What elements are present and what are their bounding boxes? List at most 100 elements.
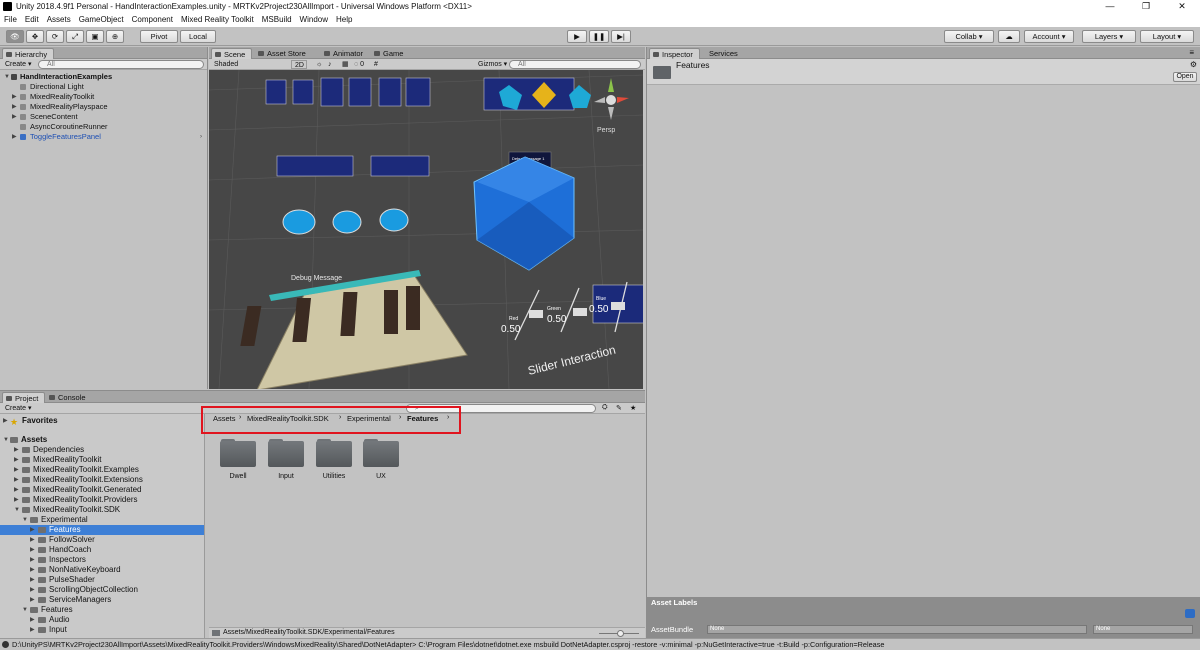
chevron-right-icon[interactable]: ▶ — [30, 615, 36, 625]
tab-project[interactable]: Project — [2, 392, 46, 403]
rotate-tool-icon[interactable]: ⟳ — [46, 30, 64, 43]
audio-icon[interactable]: ♪ — [325, 60, 335, 69]
project-create-button[interactable]: Create ▾ — [2, 404, 34, 413]
chevron-right-icon[interactable]: ▶ — [30, 535, 36, 545]
hierarchy-search-input[interactable]: All — [38, 60, 204, 69]
tab-hierarchy[interactable]: Hierarchy — [2, 48, 55, 59]
panel-menu-icon[interactable]: ≡ — [1189, 48, 1194, 57]
zoom-slider-handle[interactable] — [617, 630, 624, 637]
project-tree-item[interactable]: ▼ Experimental — [0, 515, 204, 525]
folder-input[interactable]: Input — [268, 439, 308, 480]
folder-ux[interactable]: UX — [363, 439, 403, 480]
play-button[interactable]: ▶ — [567, 30, 587, 43]
chevron-right-icon[interactable]: ▶ — [14, 475, 20, 485]
filter-type-icon[interactable]: ⛭ — [602, 404, 608, 412]
breadcrumb-sdk[interactable]: MixedRealityToolkit.SDK — [247, 414, 329, 423]
pivot-button[interactable]: Pivot — [140, 30, 178, 43]
project-tree-item[interactable]: ▶ MixedRealityToolkit.Extensions — [0, 475, 204, 485]
project-tree-item[interactable]: ▶ ScrollingObjectCollection — [0, 585, 204, 595]
chevron-right-icon[interactable]: ▶ — [14, 465, 20, 475]
hierarchy-item[interactable]: ▶ ToggleFeaturesPanel › — [0, 132, 207, 142]
layout-dropdown[interactable]: Layout ▾ — [1140, 30, 1194, 43]
folder-utilities[interactable]: Utilities — [316, 439, 356, 480]
close-button[interactable]: ✕ — [1164, 0, 1200, 13]
project-tree-item[interactable]: ▶ MixedRealityToolkit.Providers — [0, 495, 204, 505]
menu-msbuild[interactable]: MSBuild — [258, 13, 296, 27]
scale-tool-icon[interactable]: ⤢ — [66, 30, 84, 43]
hierarchy-item[interactable]: AsyncCoroutineRunner — [0, 122, 207, 132]
chevron-right-icon[interactable]: ▶ — [14, 455, 20, 465]
gear-icon[interactable]: ⚙ — [1190, 60, 1197, 69]
menu-window[interactable]: Window — [296, 13, 332, 27]
project-tree-item[interactable]: ▶ MixedRealityToolkit.Examples — [0, 465, 204, 475]
tab-console[interactable]: Console — [46, 392, 92, 403]
tab-services[interactable]: Services — [697, 48, 744, 59]
favorites-row[interactable]: ▶ ★ Favorites — [0, 415, 204, 427]
project-tree-item[interactable]: ▶ Inspectors — [0, 555, 204, 565]
breadcrumb-experimental[interactable]: Experimental — [347, 414, 391, 423]
chevron-down-icon[interactable]: ▼ — [22, 605, 28, 615]
chevron-right-icon[interactable]: ▶ — [30, 575, 36, 585]
filter-label-icon[interactable]: ✎ — [616, 404, 622, 412]
project-tree-item[interactable]: ▶ HandCoach — [0, 545, 204, 555]
project-tree-item[interactable]: ▶ PulseShader — [0, 575, 204, 585]
chevron-right-icon[interactable]: ▶ — [30, 585, 36, 595]
breadcrumb-assets[interactable]: Assets — [213, 414, 236, 423]
project-tree-item[interactable]: ▶ ServiceManagers — [0, 595, 204, 605]
chevron-down-icon[interactable]: ▼ — [14, 505, 20, 515]
chevron-right-icon[interactable]: ▶ — [30, 625, 36, 635]
hierarchy-item[interactable]: ▶ MixedRealityPlayspace — [0, 102, 207, 112]
chevron-right-icon[interactable]: ▶ — [30, 565, 36, 575]
scene-root[interactable]: ▼ HandInteractionExamples — [0, 72, 207, 82]
chevron-right-icon[interactable]: ▶ — [30, 555, 36, 565]
chevron-down-icon[interactable]: ▼ — [22, 515, 28, 525]
lighting-icon[interactable]: ☼ — [313, 60, 325, 69]
hand-tool-icon[interactable]: 👁 — [6, 30, 24, 43]
project-tree-item[interactable]: ▶ NonNativeKeyboard — [0, 565, 204, 575]
open-button[interactable]: Open — [1173, 72, 1197, 82]
tab-game[interactable]: Game — [371, 48, 409, 59]
move-tool-icon[interactable]: ✥ — [26, 30, 44, 43]
account-dropdown[interactable]: Account ▾ — [1024, 30, 1074, 43]
menu-edit[interactable]: Edit — [21, 13, 43, 27]
project-tree-item[interactable]: ▶ Audio — [0, 615, 204, 625]
asset-variant-dropdown[interactable]: None — [1093, 625, 1193, 634]
effects-icon[interactable]: ▦ — [339, 60, 352, 69]
chevron-right-icon[interactable]: ▶ — [30, 595, 36, 605]
chevron-right-icon[interactable]: ▶ — [14, 445, 20, 455]
transform-tool-icon[interactable]: ⊕ — [106, 30, 124, 43]
chevron-right-icon[interactable]: ▶ — [14, 495, 20, 505]
menu-help[interactable]: Help — [332, 13, 356, 27]
sliders-group[interactable]: Red 0.50 Green 0.50 Blue 0.50 Slider Int… — [501, 281, 643, 378]
hierarchy-item[interactable]: ▶ SceneContent — [0, 112, 207, 122]
collab-button[interactable]: Collab ▾ — [944, 30, 994, 43]
hierarchy-item[interactable]: ▶ MixedRealityToolkit — [0, 92, 207, 102]
grid-icon[interactable]: # — [371, 60, 381, 69]
shading-dropdown[interactable]: Shaded — [211, 60, 275, 69]
local-button[interactable]: Local — [180, 30, 216, 43]
gizmos-dropdown[interactable]: Gizmos ▾ — [475, 60, 510, 69]
minimize-button[interactable]: — — [1092, 0, 1128, 13]
project-tree-item[interactable]: ▶ MixedRealityToolkit.Generated — [0, 485, 204, 495]
maximize-button[interactable]: ❐ — [1128, 0, 1164, 13]
tab-animator[interactable]: Animator — [321, 48, 369, 59]
cloud-icon[interactable]: ☁ — [998, 30, 1020, 43]
layers-dropdown[interactable]: Layers ▾ — [1082, 30, 1136, 43]
rect-tool-icon[interactable]: ▣ — [86, 30, 104, 43]
scene-search-input[interactable]: All — [509, 60, 641, 69]
folder-dwell[interactable]: Dwell — [220, 439, 260, 480]
assets-root[interactable]: ▼ Assets — [0, 435, 204, 445]
tab-scene[interactable]: Scene — [211, 48, 253, 59]
project-tree-item[interactable]: ▶ FollowSolver — [0, 535, 204, 545]
breadcrumb-features[interactable]: Features — [407, 414, 438, 423]
pause-button[interactable]: ❚❚ — [589, 30, 609, 43]
axis-gizmo[interactable]: Persp — [594, 78, 629, 134]
mode-2d-toggle[interactable]: 2D — [291, 60, 307, 69]
favorite-star-icon[interactable]: ★ — [630, 404, 636, 412]
chevron-right-icon[interactable]: › — [200, 132, 206, 142]
project-tree-item[interactable]: ▶ Input — [0, 625, 204, 635]
chevron-right-icon[interactable]: ▶ — [30, 545, 36, 555]
step-button[interactable]: ▶| — [611, 30, 631, 43]
project-tree-item[interactable]: ▶ Dependencies — [0, 445, 204, 455]
menu-gameobject[interactable]: GameObject — [75, 13, 128, 27]
